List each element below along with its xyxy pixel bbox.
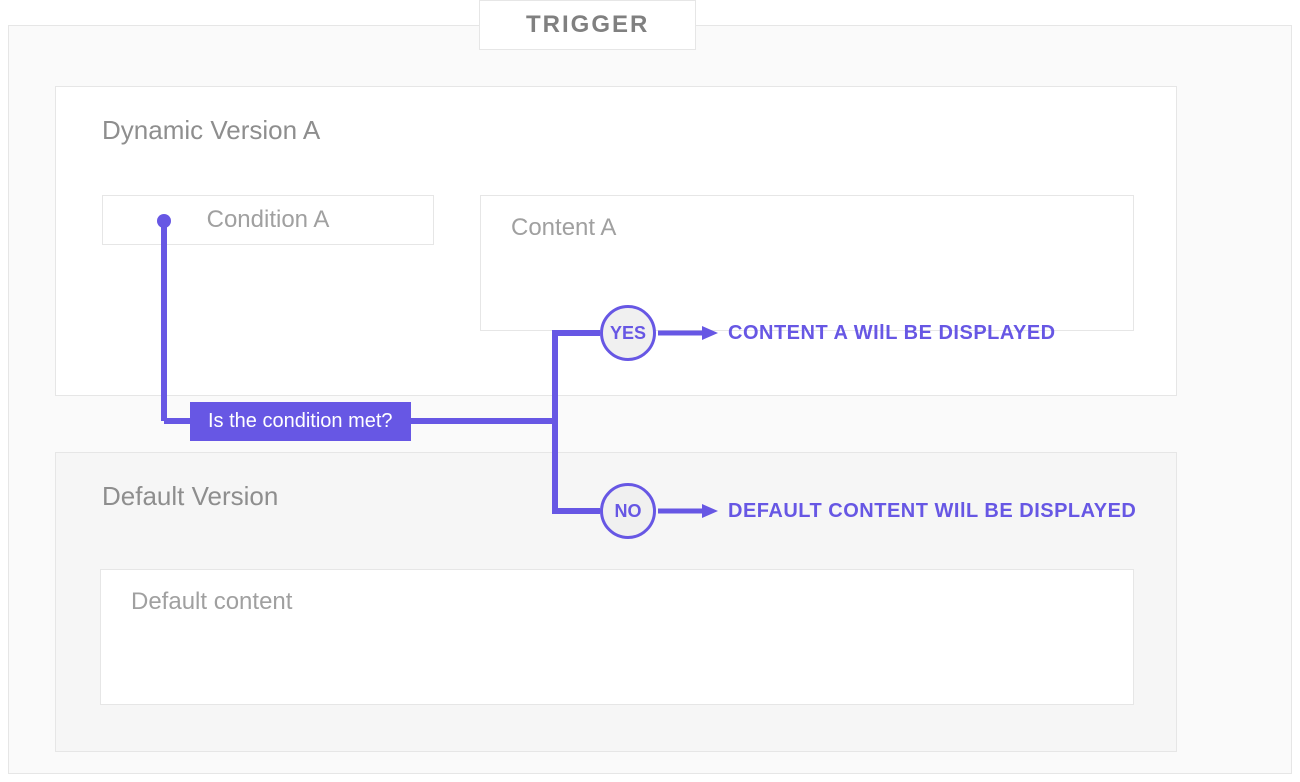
- dynamic-version-title: Dynamic Version A: [102, 115, 320, 146]
- decision-question: Is the condition met?: [190, 402, 411, 441]
- no-result-text: DEFAULT CONTENT WIlL BE DISPLAYED: [728, 500, 1136, 523]
- no-label: NO: [615, 501, 642, 522]
- yes-label: YES: [610, 323, 646, 344]
- content-a-box: Content A: [480, 195, 1134, 331]
- yes-result-text: CONTENT A WIlL BE DISPLAYED: [728, 322, 1056, 345]
- trigger-label: TRIGGER: [479, 0, 696, 50]
- default-content-box: Default content: [100, 569, 1134, 705]
- yes-node: YES: [600, 305, 656, 361]
- default-content-label: Default content: [131, 588, 292, 615]
- no-node: NO: [600, 483, 656, 539]
- default-version-title: Default Version: [102, 481, 278, 512]
- condition-box: Condition A: [102, 195, 434, 245]
- condition-label: Condition A: [207, 206, 330, 234]
- content-a-label: Content A: [511, 214, 616, 241]
- diagram-container: TRIGGER Dynamic Version A Condition A Co…: [8, 25, 1292, 774]
